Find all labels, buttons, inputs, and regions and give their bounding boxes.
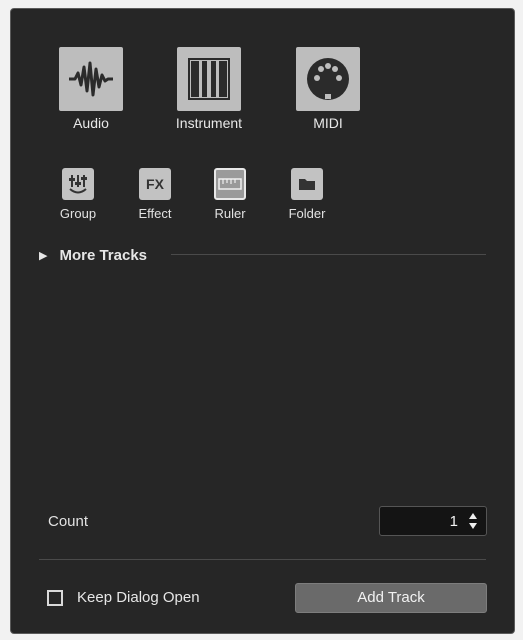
count-value: 1: [449, 513, 458, 530]
add-track-dialog: Audio Instrument MIDI Group FX Effect Ru…: [10, 8, 515, 634]
count-field[interactable]: 1: [379, 506, 487, 536]
more-tracks-label: More Tracks: [59, 246, 148, 264]
keep-dialog-open-option[interactable]: Keep Dialog Open: [47, 589, 200, 606]
more-tracks-toggle[interactable]: ▶ More Tracks: [39, 245, 147, 265]
midi-connector-icon: [296, 47, 360, 111]
ruler-icon: [214, 168, 246, 200]
fx-icon: FX: [139, 168, 171, 200]
piano-keys-icon: [177, 47, 241, 111]
track-type-label: Folder: [288, 206, 326, 221]
footer-divider: [39, 559, 486, 560]
keep-dialog-open-label: Keep Dialog Open: [77, 589, 200, 606]
fx-icon-text: FX: [146, 176, 164, 192]
track-type-label: Audio: [73, 115, 109, 131]
track-type-label: Ruler: [214, 206, 246, 221]
track-type-label: Group: [59, 206, 97, 221]
expand-arrow-icon: ▶: [39, 249, 48, 262]
group-fader-icon: [62, 168, 94, 200]
track-type-midi[interactable]: MIDI: [288, 47, 368, 147]
track-type-label: MIDI: [313, 115, 343, 131]
keep-dialog-open-checkbox[interactable]: [47, 589, 63, 606]
track-type-instrument[interactable]: Instrument: [169, 47, 249, 147]
section-divider: [171, 254, 486, 255]
track-type-effect[interactable]: FX Effect: [124, 168, 186, 228]
count-label: Count: [48, 513, 89, 530]
folder-icon: [291, 168, 323, 200]
track-type-audio[interactable]: Audio: [51, 47, 131, 147]
track-type-label: Instrument: [175, 115, 243, 131]
track-type-ruler[interactable]: Ruler: [199, 168, 261, 228]
track-type-folder[interactable]: Folder: [276, 168, 338, 228]
audio-waveform-icon: [59, 47, 123, 111]
track-type-label: Effect: [138, 206, 172, 221]
add-track-button[interactable]: Add Track: [295, 583, 487, 613]
spin-arrows-icon[interactable]: [468, 512, 478, 530]
track-type-group[interactable]: Group: [47, 168, 109, 228]
